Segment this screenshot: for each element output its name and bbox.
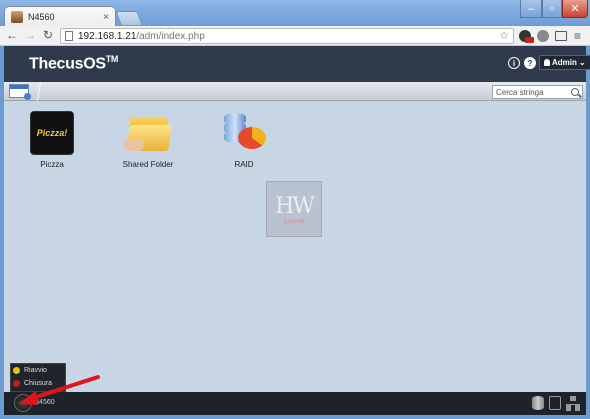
browser-tab[interactable]: N4560 × xyxy=(4,6,116,27)
device-name: N4560 xyxy=(34,399,55,406)
search-icon[interactable] xyxy=(571,88,579,96)
app-label: Shared Folder xyxy=(122,160,174,169)
tab-favicon-icon xyxy=(11,11,23,23)
extension-icon[interactable] xyxy=(537,30,549,42)
info-icon[interactable]: i xyxy=(508,57,520,69)
toolbar-divider xyxy=(34,82,44,101)
help-icon[interactable]: ? xyxy=(524,57,536,69)
app-label: RAID xyxy=(234,160,254,169)
desktop-area: Piczza! Piczza Shared Folder RAID HW Leg… xyxy=(4,101,586,392)
window-close-button[interactable]: ✕ xyxy=(562,0,588,18)
reload-icon[interactable]: ↻ xyxy=(40,28,56,42)
bookmark-star-icon[interactable]: ☆ xyxy=(499,29,509,42)
app-header: ThecusOSTM i ? Admin ⌄ xyxy=(4,46,590,82)
app-piczza[interactable]: Piczza! Piczza xyxy=(17,111,87,169)
browser-toolbar: ← → ↻ 192.168.1.21/adm/index.php ☆ ≡ xyxy=(0,26,590,46)
tab-close-icon[interactable]: × xyxy=(103,12,109,23)
piczza-icon: Piczza! xyxy=(30,111,74,155)
window-maximize-button[interactable]: ▫ xyxy=(542,0,562,18)
taskbar: N4560 xyxy=(4,392,586,415)
cast-icon[interactable] xyxy=(555,31,567,41)
browser-menu-icon[interactable]: ≡ xyxy=(574,29,581,43)
window-frame xyxy=(0,415,590,419)
user-menu-button[interactable]: Admin ⌄ xyxy=(539,55,590,70)
chevron-down-icon: ⌄ xyxy=(578,58,586,67)
app-shared-folder[interactable]: Shared Folder xyxy=(113,111,183,169)
restart-icon xyxy=(13,367,20,374)
power-menu: Riavvio Chiusura xyxy=(10,363,66,392)
disk-icon[interactable] xyxy=(549,396,561,410)
address-bar[interactable]: 192.168.1.21/adm/index.php ☆ xyxy=(60,28,514,44)
search-placeholder: Cerca stringa xyxy=(496,87,544,97)
database-icon[interactable] xyxy=(532,396,544,410)
thecus-logo: ThecusOSTM xyxy=(29,54,119,73)
browser-titlebar: N4560 × – ▫ ✕ xyxy=(0,0,590,27)
shared-folder-icon xyxy=(124,111,172,155)
app-label: Piczza xyxy=(40,160,64,169)
forward-icon[interactable]: → xyxy=(22,28,38,42)
watermark-logo: HW Legend xyxy=(266,181,322,237)
desktop-window-icon[interactable] xyxy=(9,84,31,100)
menu-item-restart[interactable]: Riavvio xyxy=(13,367,47,374)
app-raid[interactable]: RAID xyxy=(209,111,279,169)
new-tab-button[interactable] xyxy=(115,11,143,25)
app-toolbar: Cerca stringa xyxy=(4,82,586,101)
network-icon[interactable] xyxy=(566,396,580,411)
user-name: Admin xyxy=(552,58,577,67)
raid-icon xyxy=(220,111,268,155)
menu-item-shutdown[interactable]: Chiusura xyxy=(13,380,52,387)
user-icon xyxy=(544,59,550,66)
page-icon xyxy=(65,31,73,41)
url-host: 192.168.1.21 xyxy=(78,30,137,42)
back-icon[interactable]: ← xyxy=(4,28,20,42)
url-path: /adm/index.php xyxy=(136,30,205,42)
window-minimize-button[interactable]: – xyxy=(520,0,542,18)
tab-title: N4560 xyxy=(28,12,55,22)
extension-badge-icon xyxy=(525,37,534,43)
search-input[interactable]: Cerca stringa xyxy=(492,85,583,99)
shutdown-icon xyxy=(13,380,20,387)
start-button[interactable] xyxy=(14,394,32,412)
